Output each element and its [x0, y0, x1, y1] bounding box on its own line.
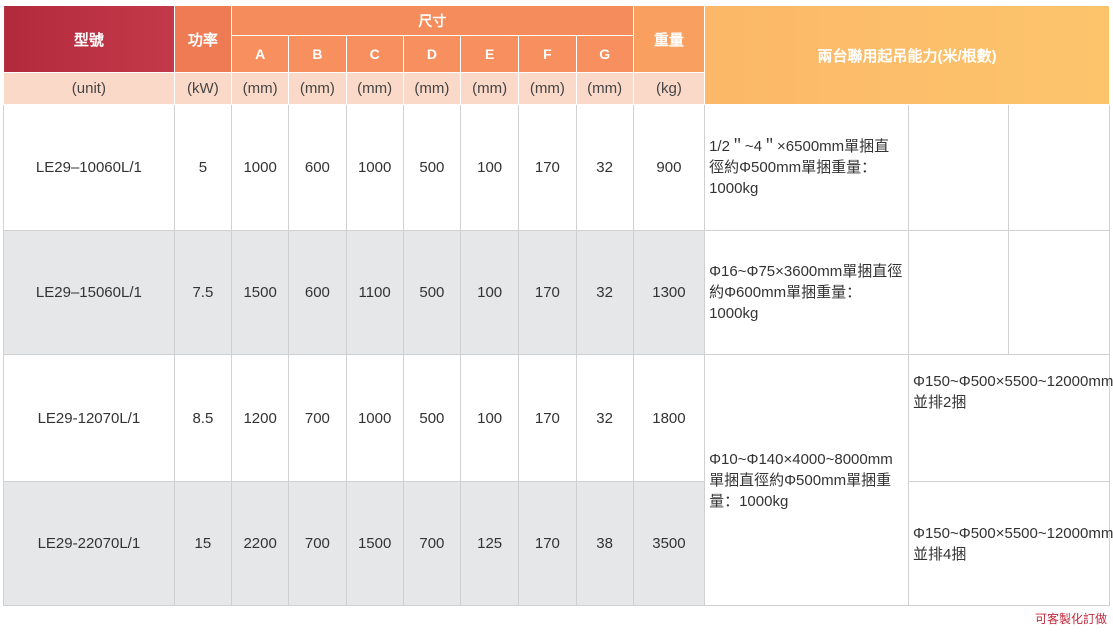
unit-dim-b: (mm) — [288, 72, 347, 105]
cell-dim-g: 32 — [575, 104, 634, 231]
cell-model: LE29-22070L/1 — [3, 481, 175, 606]
cell-capacity: Φ16~Φ75×3600mm單捆直徑約Φ600mm單捆重量：1000kg — [704, 230, 909, 355]
unit-weight: (kg) — [632, 72, 706, 105]
cell-dim-f: 170 — [518, 104, 577, 231]
cell-dim-d: 500 — [402, 104, 462, 231]
header-capacity: 兩台聯用起吊能力(米/根數) — [704, 5, 1110, 105]
cell-dim-f: 170 — [518, 481, 577, 606]
header-dim-d: D — [402, 35, 462, 73]
cell-weight: 1800 — [632, 354, 706, 482]
table-row: LE29–10060L/1 5 1000 600 1000 500 100 17… — [3, 104, 1110, 231]
cell-dim-g: 38 — [575, 481, 634, 606]
cell-dim-e: 100 — [459, 104, 520, 231]
header-dimension: 尺寸 — [231, 5, 634, 36]
cell-capacity-side: Φ150~Φ500×5500~12000mm並排4捆 — [907, 481, 1113, 606]
cell-dim-a: 1500 — [230, 230, 290, 355]
unit-dim-a: (mm) — [230, 72, 290, 105]
cell-dim-e: 100 — [459, 230, 520, 355]
spec-table: 型號 功率 尺寸 重量 兩台聯用起吊能力(米/根數) A B C D E F G… — [3, 5, 1113, 606]
cell-capacity-empty — [1008, 104, 1110, 231]
cell-capacity-empty — [907, 104, 1010, 231]
unit-power: (kW) — [173, 72, 233, 105]
cell-dim-d: 500 — [402, 230, 462, 355]
table-row: LE29-22070L/1 15 2200 700 1500 700 125 1… — [3, 481, 1113, 606]
unit-model: (unit) — [3, 72, 175, 105]
cell-dim-c: 1000 — [345, 354, 404, 482]
cell-power: 5 — [173, 104, 233, 231]
unit-dim-d: (mm) — [402, 72, 462, 105]
cell-dim-f: 170 — [518, 354, 577, 482]
header-power: 功率 — [173, 5, 233, 73]
table-row: LE29–15060L/1 7.5 1500 600 1100 500 100 … — [3, 230, 1110, 355]
cell-model: LE29–15060L/1 — [3, 230, 175, 355]
cell-dim-c: 1500 — [345, 481, 404, 606]
cell-weight: 1300 — [632, 230, 706, 355]
unit-dim-e: (mm) — [459, 72, 520, 105]
cell-capacity-empty — [907, 230, 1010, 355]
cell-dim-e: 100 — [459, 354, 520, 482]
cell-dim-a: 2200 — [230, 481, 290, 606]
cell-capacity: Φ10~Φ140×4000~8000mm單捆直徑約Φ500mm單捆重量：1000… — [704, 354, 909, 606]
header-dim-g: G — [575, 35, 634, 73]
cell-dim-c: 1100 — [345, 230, 404, 355]
cell-power: 7.5 — [173, 230, 233, 355]
cell-dim-f: 170 — [518, 230, 577, 355]
header-weight: 重量 — [632, 5, 706, 73]
cell-dim-e: 125 — [459, 481, 520, 606]
cell-capacity-side: Φ150~Φ500×5500~12000mm並排2捆 — [907, 354, 1113, 482]
table-row: LE29-12070L/1 8.5 1200 700 1000 500 100 … — [3, 354, 1113, 606]
header-dim-a: A — [230, 35, 290, 73]
cell-dim-a: 1200 — [230, 354, 290, 482]
cell-weight: 3500 — [632, 481, 706, 606]
custom-order-note: 可客製化訂做 — [1034, 612, 1107, 626]
cell-dim-a: 1000 — [230, 104, 290, 231]
unit-dim-g: (mm) — [575, 72, 634, 105]
header-dim-c: C — [345, 35, 404, 73]
cell-power: 8.5 — [173, 354, 233, 482]
cell-dim-b: 600 — [288, 104, 347, 231]
cell-dim-b: 600 — [288, 230, 347, 355]
cell-dim-b: 700 — [288, 481, 347, 606]
header-dim-f: F — [518, 35, 577, 73]
cell-power: 15 — [173, 481, 233, 606]
cell-dim-c: 1000 — [345, 104, 404, 231]
header-dim-b: B — [288, 35, 347, 73]
header-model: 型號 — [3, 5, 175, 73]
unit-dim-f: (mm) — [518, 72, 577, 105]
cell-dim-g: 32 — [575, 230, 634, 355]
cell-model: LE29–10060L/1 — [3, 104, 175, 231]
cell-dim-d: 700 — [402, 481, 462, 606]
cell-model: LE29-12070L/1 — [3, 354, 175, 482]
cell-dim-g: 32 — [575, 354, 634, 482]
unit-dim-c: (mm) — [345, 72, 404, 105]
cell-dim-b: 700 — [288, 354, 347, 482]
cell-capacity-empty — [1008, 230, 1110, 355]
cell-dim-d: 500 — [402, 354, 462, 482]
cell-weight: 900 — [632, 104, 706, 231]
cell-capacity: 1/2＂~4＂×6500mm單捆直徑約Φ500mm單捆重量：1000kg — [704, 104, 909, 231]
header-dim-e: E — [459, 35, 520, 73]
